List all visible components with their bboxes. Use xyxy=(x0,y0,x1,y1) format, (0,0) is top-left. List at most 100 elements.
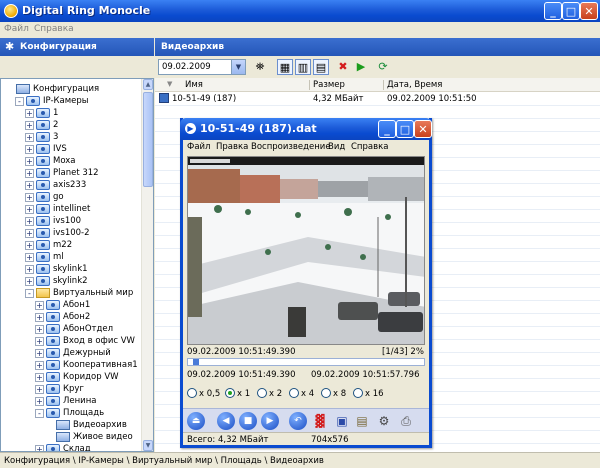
player-close-button[interactable]: ✕ xyxy=(414,120,432,138)
speed-option[interactable]: x 8 xyxy=(321,388,346,399)
expand-icon[interactable]: + xyxy=(25,276,34,286)
tree-item[interactable]: + ml xyxy=(25,251,64,263)
date-picker[interactable]: 09.02.2009 ▼ xyxy=(158,59,246,75)
rewind-icon[interactable]: ↶ xyxy=(289,412,307,430)
expand-icon[interactable]: + xyxy=(35,396,44,406)
speed-option[interactable]: x 1 xyxy=(225,388,250,399)
tree-item[interactable]: + Абон1 xyxy=(35,299,90,311)
film-icon[interactable]: ⚙ xyxy=(375,412,393,430)
column-name[interactable]: Имя xyxy=(185,80,203,90)
play-icon[interactable]: ▶ xyxy=(353,59,369,75)
collapse-icon[interactable]: - xyxy=(15,96,24,106)
main-title-bar[interactable]: Digital Ring Monocle _ □ ✕ xyxy=(0,0,600,22)
grid-view-1-icon[interactable]: ▦ xyxy=(277,59,293,75)
scroll-thumb[interactable] xyxy=(143,92,153,187)
expand-icon[interactable]: + xyxy=(35,312,44,322)
tree-item[interactable]: + Ленина xyxy=(35,395,96,407)
tree-item[interactable]: + skylink1 xyxy=(25,263,88,275)
expand-icon[interactable]: + xyxy=(25,108,34,118)
expand-icon[interactable]: + xyxy=(35,348,44,358)
player-window[interactable]: ▶ 10-51-49 (187).dat _ □ ✕ Файл Правка В… xyxy=(180,118,432,448)
tree-item[interactable]: + Склад xyxy=(35,443,91,451)
tree-item[interactable]: + АбонОтдел xyxy=(35,323,113,335)
expand-icon[interactable]: + xyxy=(35,372,44,382)
tree-item[interactable]: +2 xyxy=(25,119,58,131)
close-button[interactable]: ✕ xyxy=(580,2,598,20)
refresh-icon[interactable]: ⟳ xyxy=(375,59,391,75)
stop-icon[interactable]: ■ xyxy=(239,412,257,430)
tree-item[interactable]: Живое видео xyxy=(45,431,133,443)
playback-slider[interactable] xyxy=(187,358,425,366)
expand-icon[interactable]: + xyxy=(35,360,44,370)
config-tree[interactable]: Конфигурация - IP-Камеры +1 +2 +3 + IVS + Moxa + Pl… xyxy=(0,78,154,452)
maximize-button[interactable]: □ xyxy=(562,2,580,20)
player-maximize-button[interactable]: □ xyxy=(396,120,414,138)
expand-icon[interactable]: + xyxy=(25,252,34,262)
chevron-down-icon[interactable]: ▼ xyxy=(231,60,245,74)
tree-item[interactable]: + Planet 312 xyxy=(25,167,99,179)
expand-icon[interactable]: + xyxy=(25,132,34,142)
grid-view-2-icon[interactable]: ▥ xyxy=(295,59,311,75)
menu-help[interactable]: Справка xyxy=(34,24,74,34)
tree-item[interactable]: + Коридор VW xyxy=(35,371,119,383)
tree-item[interactable]: + Круг xyxy=(35,383,84,395)
expand-icon[interactable]: + xyxy=(25,264,34,274)
previous-icon[interactable]: ◀ xyxy=(217,412,235,430)
table-row[interactable]: 10-51-49 (187) 4,32 МБайт 09.02.2009 10:… xyxy=(155,92,600,105)
player-menu-help[interactable]: Справка xyxy=(351,142,388,152)
tree-item[interactable]: Видеоархив xyxy=(45,419,127,431)
expand-icon[interactable]: + xyxy=(25,216,34,226)
menu-file[interactable]: Файл xyxy=(4,24,29,34)
print-icon[interactable]: ⎙ xyxy=(397,412,415,430)
grid-view-3-icon[interactable]: ▤ xyxy=(313,59,329,75)
speed-option[interactable]: x 4 xyxy=(289,388,314,399)
tree-item[interactable]: + Кооперативная1 xyxy=(35,359,138,371)
tree-item[interactable]: + ivs100-2 xyxy=(25,227,90,239)
tree-item[interactable]: + Дежурный xyxy=(35,347,111,359)
binoculars-icon[interactable]: ⛯ xyxy=(252,59,268,75)
player-menu-playback[interactable]: Воспроизведение xyxy=(251,142,331,152)
tree-item[interactable]: + intellinet xyxy=(25,203,90,215)
speed-option[interactable]: x 0,5 xyxy=(187,388,220,399)
save-icon[interactable]: ▣ xyxy=(333,412,351,430)
expand-icon[interactable]: + xyxy=(25,144,34,154)
delete-icon[interactable]: ✖ xyxy=(335,59,351,75)
column-size[interactable]: Размер xyxy=(313,80,345,90)
expand-icon[interactable]: + xyxy=(25,120,34,130)
tree-item[interactable]: + ivs100 xyxy=(25,215,81,227)
player-title-bar[interactable]: ▶ 10-51-49 (187).dat _ □ ✕ xyxy=(180,118,432,140)
expand-icon[interactable]: + xyxy=(25,228,34,238)
tree-item[interactable]: + Абон2 xyxy=(35,311,90,323)
player-minimize-button[interactable]: _ xyxy=(378,120,396,138)
tree-item[interactable]: + IVS xyxy=(25,143,67,155)
scroll-up-icon[interactable]: ▲ xyxy=(143,79,153,90)
expand-icon[interactable]: + xyxy=(25,204,34,214)
tree-item[interactable]: + skylink2 xyxy=(25,275,88,287)
player-menu-edit[interactable]: Правка xyxy=(216,142,248,152)
player-menu-view[interactable]: Вид xyxy=(328,142,345,152)
tree-item[interactable]: + m22 xyxy=(25,239,72,251)
tree-item[interactable]: - Виртуальный мир xyxy=(25,287,133,299)
video-frame[interactable] xyxy=(187,156,425,345)
expand-icon[interactable]: + xyxy=(35,324,44,334)
expand-icon[interactable]: + xyxy=(25,192,34,202)
eject-icon[interactable]: ⏏ xyxy=(187,412,205,430)
equalizer-icon[interactable]: ▓ xyxy=(311,412,329,430)
expand-icon[interactable]: + xyxy=(25,240,34,250)
player-menu-file[interactable]: Файл xyxy=(187,142,210,152)
tree-item[interactable]: + go xyxy=(25,191,64,203)
expand-icon[interactable]: + xyxy=(35,444,44,451)
scroll-down-icon[interactable]: ▼ xyxy=(143,440,153,451)
tree-item[interactable]: - IP-Камеры xyxy=(15,95,89,107)
slider-knob[interactable] xyxy=(193,359,199,365)
minimize-button[interactable]: _ xyxy=(544,2,562,20)
collapse-icon[interactable]: - xyxy=(35,408,44,418)
tree-item[interactable]: +1 xyxy=(25,107,58,119)
expand-icon[interactable]: + xyxy=(25,180,34,190)
clipboard-icon[interactable]: ▤ xyxy=(353,412,371,430)
tree-item[interactable]: - Площадь xyxy=(35,407,104,419)
tree-item[interactable]: + Moxa xyxy=(25,155,76,167)
expand-icon[interactable]: + xyxy=(25,168,34,178)
tree-item[interactable]: + axis233 xyxy=(25,179,86,191)
tree-item[interactable]: +3 xyxy=(25,131,58,143)
